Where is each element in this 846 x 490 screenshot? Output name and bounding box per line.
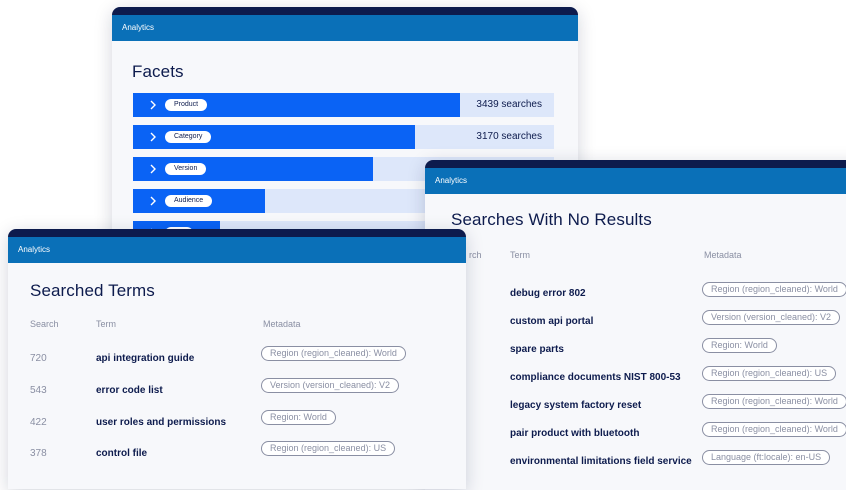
term-cell: legacy system factory reset	[510, 400, 642, 411]
metadata-badge[interactable]: Version (version_cleaned): V2	[702, 310, 841, 325]
term-cell: api integration guide	[96, 353, 195, 364]
search-count-cell: 422	[30, 417, 47, 428]
facet-label: Product	[165, 99, 208, 111]
metadata-badge[interactable]: Region (region_cleaned): World	[261, 346, 406, 361]
facet-row-category[interactable]: Category 3170 searches	[133, 125, 554, 149]
metadata-badge[interactable]: Region (region_cleaned): US	[261, 441, 396, 456]
column-header-metadata: Metadata	[704, 250, 742, 260]
facet-row-product[interactable]: Product 3439 searches	[133, 93, 554, 117]
card-top-border	[8, 229, 466, 237]
term-cell: error code list	[96, 385, 163, 396]
no-results-card: Analytics Searches With No Results rch T…	[425, 160, 846, 490]
chevron-right-icon[interactable]	[147, 99, 159, 111]
chevron-right-icon[interactable]	[147, 131, 159, 143]
term-cell: debug error 802	[510, 288, 586, 299]
chevron-right-icon[interactable]	[147, 163, 159, 175]
term-cell: user roles and permissions	[96, 417, 227, 428]
facet-count: 3170 searches	[476, 131, 542, 142]
card-header: Analytics	[425, 168, 846, 194]
facet-label: Category	[165, 131, 212, 143]
term-cell: pair product with bluetooth	[510, 428, 640, 439]
term-cell: compliance documents NIST 800-53	[510, 372, 681, 383]
search-count-cell: 720	[30, 353, 47, 364]
metadata-badge[interactable]: Language (ft:locale): en-US	[702, 450, 831, 465]
metadata-badge[interactable]: Region: World	[702, 338, 777, 353]
searched-terms-card: Analytics Searched Terms Search Term Met…	[8, 229, 466, 489]
card-title: Facets	[132, 62, 184, 81]
term-cell: custom api portal	[510, 316, 594, 327]
term-cell: control file	[96, 448, 148, 459]
metadata-badge[interactable]: Region (region_cleaned): World	[702, 422, 846, 437]
card-title: Searched Terms	[30, 281, 155, 300]
card-top-border	[112, 7, 578, 15]
metadata-badge[interactable]: Region (region_cleaned): US	[702, 366, 837, 381]
term-cell: spare parts	[510, 344, 564, 355]
metadata-badge[interactable]: Region (region_cleaned): World	[702, 394, 846, 409]
card-top-border	[425, 160, 846, 168]
search-count-cell: 543	[30, 385, 47, 396]
card-header: Analytics	[112, 15, 578, 41]
column-header-search: Search	[30, 319, 59, 329]
chevron-right-icon[interactable]	[147, 195, 159, 207]
facet-label: Audience	[165, 195, 213, 207]
column-header-term: Term	[96, 319, 116, 329]
term-cell: environmental limitations field service	[510, 456, 692, 467]
column-header-metadata: Metadata	[263, 319, 301, 329]
metadata-badge[interactable]: Region (region_cleaned): World	[702, 282, 846, 297]
card-header: Analytics	[8, 237, 466, 263]
facet-count: 3439 searches	[476, 99, 542, 110]
card-title: Searches With No Results	[451, 210, 652, 229]
facet-label: Version	[165, 163, 207, 175]
column-header-term: Term	[510, 250, 530, 260]
column-header-search: rch	[469, 250, 482, 260]
search-count-cell: 378	[30, 448, 47, 459]
metadata-badge[interactable]: Version (version_cleaned): V2	[261, 378, 400, 393]
metadata-badge[interactable]: Region: World	[261, 410, 336, 425]
